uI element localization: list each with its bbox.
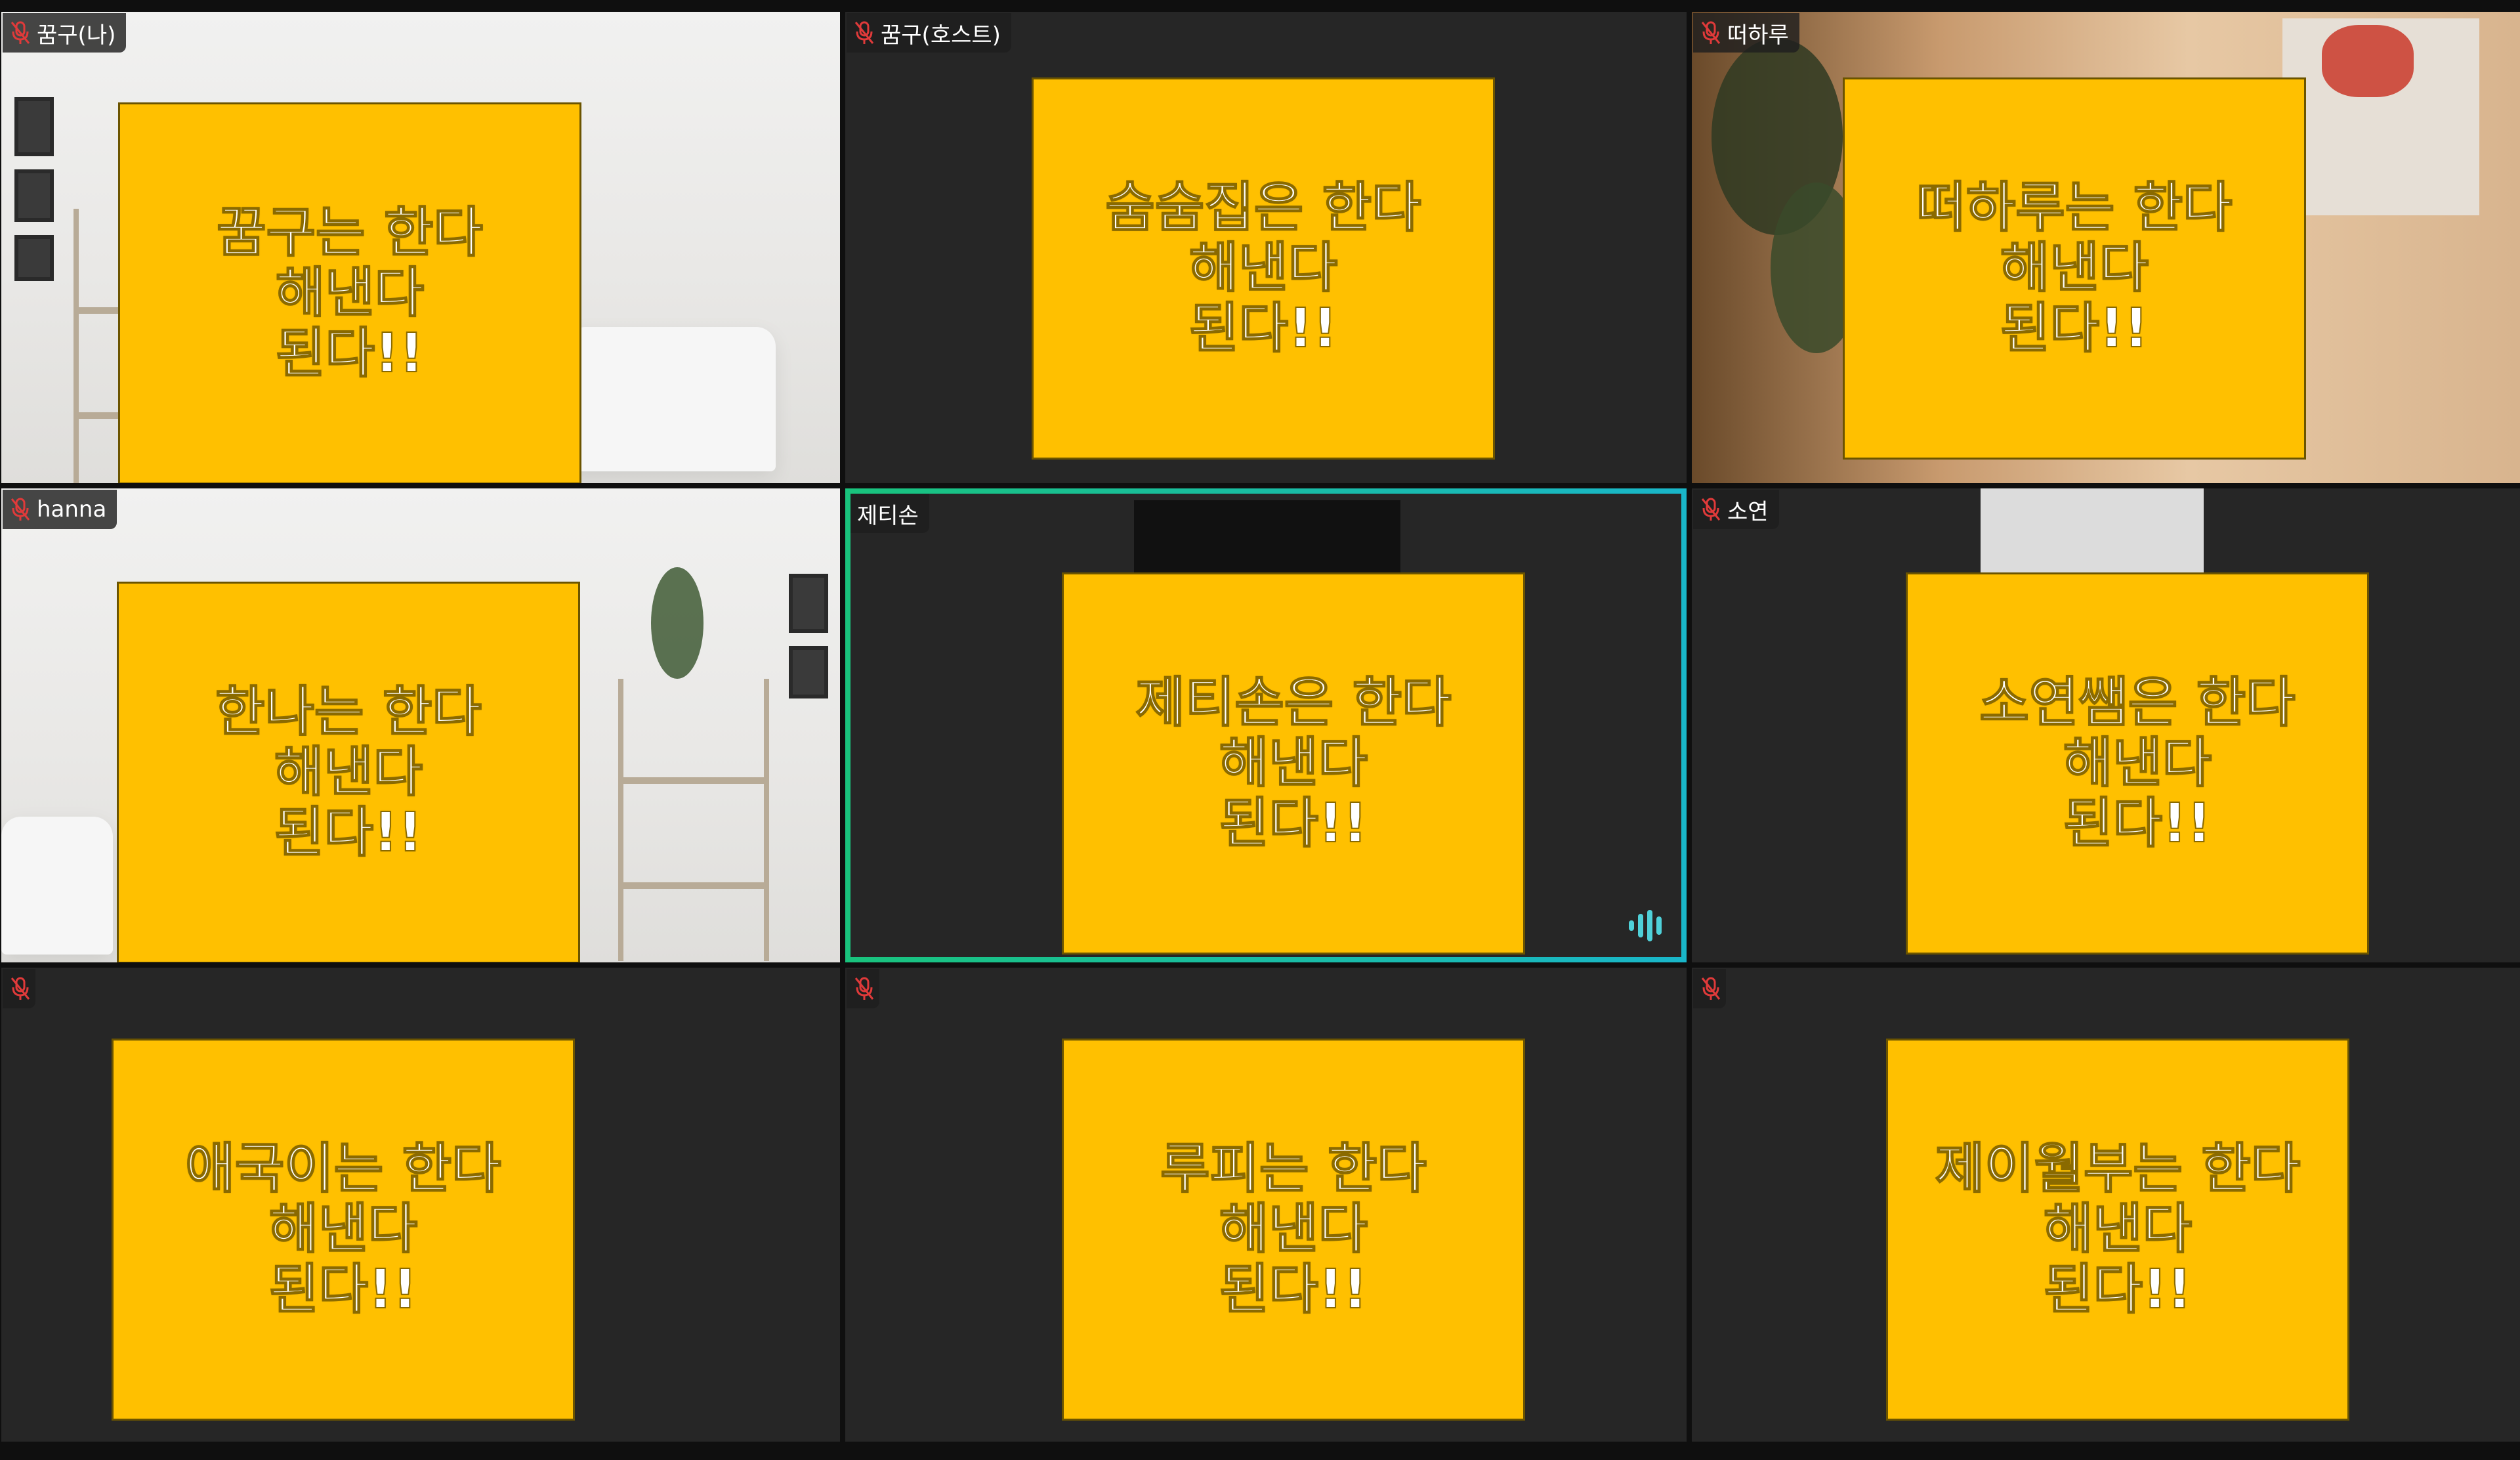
sign-line-3: 된다!!	[1219, 1258, 1368, 1321]
sign-line-2: 해낸다	[2043, 1198, 2193, 1260]
video-tile-6[interactable]: 애국이는 한다 해낸다 된다!!	[1, 968, 840, 1442]
mic-muted-icon	[853, 20, 875, 46]
sign-line-1: 숨숨집은 한다	[1104, 177, 1421, 239]
participant-name: hanna	[37, 496, 107, 523]
wall-frame	[14, 97, 54, 156]
participant-nametag	[3, 969, 35, 1008]
audio-level-icon	[1626, 907, 1668, 944]
sign-line-1: 제이월부는 한다	[1935, 1138, 2301, 1200]
sign-line-3: 된다!!	[2000, 297, 2149, 360]
video-tile-5[interactable]: 소연쌤은 한다 해낸다 된다!! 소연	[1692, 488, 2520, 962]
sign-card: 소연쌤은 한다 해낸다 된다!!	[1906, 572, 2369, 955]
video-tile-4[interactable]: 제티손은 한다 해낸다 된다!! 제티손	[845, 488, 1687, 962]
wall-frame	[789, 646, 828, 698]
shelf	[618, 679, 769, 961]
video-tile-8[interactable]: 제이월부는 한다 해낸다 된다!!	[1692, 968, 2520, 1442]
poster-shape	[2322, 25, 2414, 97]
sign-line-3: 된다!!	[275, 322, 425, 385]
sign-line-3: 된다!!	[2043, 1258, 2193, 1321]
mic-muted-icon	[1700, 976, 1722, 1002]
participant-name: 꿈구(나)	[37, 22, 116, 49]
sign-line-3: 된다!!	[1188, 297, 1338, 360]
sign-line-1: 제티손은 한다	[1135, 672, 1452, 734]
video-tile-2[interactable]: 떠하루는 한다 해낸다 된다!! 떠하루	[1692, 12, 2520, 483]
video-tile-7[interactable]: 루피는 한다 해낸다 된다!!	[845, 968, 1687, 1442]
participant-name: 제티손	[857, 502, 919, 529]
sign-line-3: 된다!!	[268, 1258, 418, 1321]
mic-muted-icon	[9, 976, 32, 1002]
background-block	[1981, 488, 2204, 574]
sign-card: 애국이는 한다 해낸다 된다!!	[112, 1039, 575, 1421]
sign-line-3: 된다!!	[1219, 792, 1368, 855]
sign-card: 제이월부는 한다 해낸다 된다!!	[1886, 1039, 2349, 1421]
video-grid: 꿈구는 한다 해낸다 된다!! 꿈구(나) 숨숨집은 한다 해낸다 된다!! 꿈…	[0, 0, 2520, 1460]
participant-nametag: hanna	[3, 490, 117, 529]
sign-card: 루피는 한다 해낸다 된다!!	[1062, 1039, 1525, 1421]
sign-line-3: 된다!!	[274, 802, 423, 864]
sign-card: 꿈구는 한다 해낸다 된다!!	[118, 102, 581, 483]
participant-name: 떠하루	[1727, 22, 1789, 49]
sign-line-1: 꿈구는 한다	[216, 202, 484, 264]
mic-muted-icon	[1700, 20, 1722, 46]
participant-nametag: 꿈구(호스트)	[847, 13, 1011, 53]
mic-muted-icon	[9, 496, 32, 523]
wall-frame	[14, 169, 54, 222]
video-tile-3[interactable]: 한나는 한다 해낸다 된다!! hanna	[1, 488, 840, 962]
wall-frame	[14, 235, 54, 281]
mic-muted-icon	[853, 976, 875, 1002]
sign-line-2: 해낸다	[268, 1198, 418, 1260]
participant-nametag: 꿈구(나)	[3, 13, 127, 53]
sign-line-2: 해낸다	[2000, 237, 2149, 299]
participant-nametag	[1693, 969, 1726, 1008]
mic-muted-icon	[1700, 496, 1722, 523]
sign-line-2: 해낸다	[274, 741, 423, 804]
sofa	[1, 817, 113, 955]
sofa	[566, 327, 776, 471]
sign-line-2: 해낸다	[275, 262, 425, 324]
sign-card: 제티손은 한다 해낸다 된다!!	[1062, 572, 1525, 955]
sign-line-2: 해낸다	[2063, 732, 2212, 794]
participant-nametag	[847, 969, 879, 1008]
participant-name: 꿈구(호스트)	[881, 22, 1001, 49]
sign-line-2: 해낸다	[1188, 237, 1338, 299]
participant-nametag: 떠하루	[1693, 13, 1799, 53]
participant-nametag: 제티손	[850, 494, 929, 533]
mic-muted-icon	[9, 20, 32, 46]
sign-card: 숨숨집은 한다 해낸다 된다!!	[1032, 77, 1495, 460]
plant	[651, 567, 704, 679]
sign-line-1: 소연쌤은 한다	[1979, 672, 2296, 734]
sign-line-1: 애국이는 한다	[184, 1138, 501, 1200]
sign-card: 한나는 한다 해낸다 된다!!	[117, 582, 580, 962]
sign-line-1: 떠하루는 한다	[1916, 177, 2233, 239]
participant-name: 소연	[1727, 498, 1769, 525]
dark-background-block	[1134, 500, 1400, 572]
sign-line-3: 된다!!	[2063, 792, 2212, 855]
sign-line-1: 루피는 한다	[1160, 1138, 1427, 1200]
sign-line-2: 해낸다	[1219, 732, 1368, 794]
participant-nametag: 소연	[1693, 490, 1779, 529]
video-tile-0[interactable]: 꿈구는 한다 해낸다 된다!! 꿈구(나)	[1, 12, 840, 483]
sign-line-2: 해낸다	[1219, 1198, 1368, 1260]
wall-frame	[789, 574, 828, 633]
sign-line-1: 한나는 한다	[215, 681, 482, 743]
sign-card: 떠하루는 한다 해낸다 된다!!	[1843, 77, 2306, 460]
video-tile-1[interactable]: 숨숨집은 한다 해낸다 된다!! 꿈구(호스트)	[845, 12, 1687, 483]
